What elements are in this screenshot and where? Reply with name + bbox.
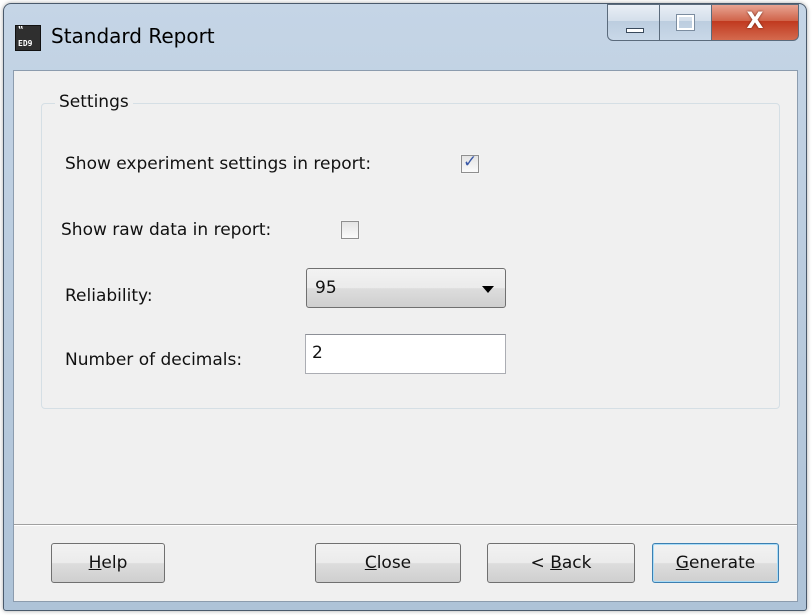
generate-button[interactable]: Generate <box>652 543 779 583</box>
maximize-button[interactable] <box>660 4 712 41</box>
reliability-label: Reliability: <box>65 286 153 306</box>
show-experiment-settings-label: Show experiment settings in report: <box>65 154 372 174</box>
dialog-body: Settings Show experiment settings in rep… <box>13 70 798 602</box>
decimals-value: 2 <box>312 343 323 363</box>
app-icon-text: ED9 <box>18 39 33 48</box>
generate-button-label: enerate <box>688 553 756 573</box>
close-button-mnemonic: C <box>364 553 377 573</box>
back-button-prefix: < <box>530 553 551 573</box>
dropdown-arrow-icon <box>482 286 494 293</box>
minimize-icon <box>626 28 644 33</box>
show-raw-data-label: Show raw data in report: <box>61 220 272 240</box>
minimize-button[interactable] <box>607 4 660 41</box>
close-icon: X <box>746 9 764 34</box>
caption-buttons: X <box>607 4 799 41</box>
help-button-mnemonic: H <box>88 553 102 573</box>
app-icon[interactable]: ‟ ED9 <box>15 25 41 51</box>
decimals-label: Number of decimals: <box>65 350 243 370</box>
generate-button-mnemonic: G <box>675 553 689 573</box>
help-button-label: elp <box>101 553 128 573</box>
checkmark-icon: ✓ <box>463 152 478 172</box>
show-experiment-settings-checkbox[interactable]: ✓ <box>460 152 480 174</box>
show-raw-data-checkbox[interactable] <box>340 220 360 240</box>
decimals-input[interactable]: 2 <box>305 334 506 374</box>
back-button-label: ack <box>561 553 592 573</box>
button-area-divider <box>14 524 797 526</box>
close-button-label: lose <box>376 553 412 573</box>
back-button-mnemonic: B <box>550 553 562 573</box>
standard-report-window: ‟ ED9 Standard Report X Settings Show ex… <box>3 3 807 611</box>
reliability-value: 95 <box>315 278 337 298</box>
close-window-button[interactable]: X <box>712 4 799 41</box>
settings-group-label: Settings <box>55 92 133 112</box>
close-button[interactable]: Close <box>315 543 461 583</box>
reliability-dropdown[interactable]: 95 <box>306 268 506 308</box>
back-button[interactable]: < Back <box>487 543 635 583</box>
window-title: Standard Report <box>51 24 215 48</box>
help-button[interactable]: Help <box>51 543 165 583</box>
title-bar[interactable]: ‟ ED9 Standard Report X <box>4 4 806 70</box>
maximize-icon <box>676 14 695 31</box>
